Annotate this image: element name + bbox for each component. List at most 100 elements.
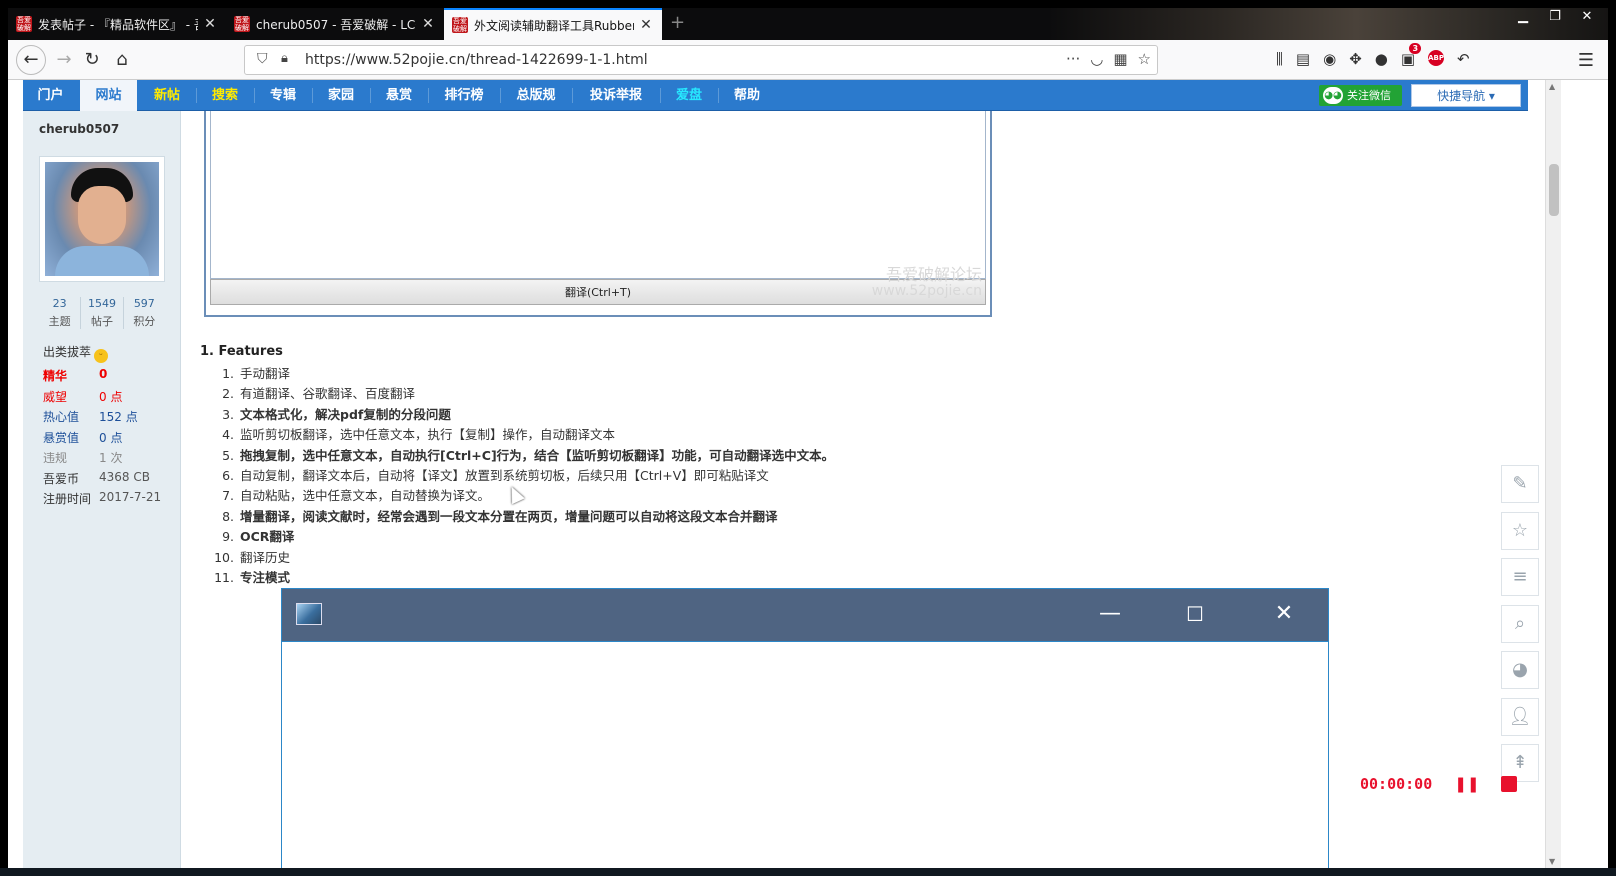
follow-wechat-label: 关注微信 xyxy=(1347,89,1391,102)
stat-points[interactable]: 597 积分 xyxy=(124,297,165,329)
app-text-area[interactable] xyxy=(282,641,1328,868)
address-bar-actions: ··· ◡ ▦ ☆ xyxy=(1066,50,1151,68)
watermark-url: www.52pojie.cn xyxy=(871,283,982,299)
close-tab-icon[interactable]: ✕ xyxy=(202,16,218,32)
browser-tab-1[interactable]: 吾爱 破解 发表帖子 - 『精品软件区』 - 吾 ✕ xyxy=(8,8,226,40)
undo-icon[interactable]: ↶ xyxy=(1457,50,1470,68)
extension-badge-icon[interactable]: ▣ 3 xyxy=(1401,43,1422,68)
user-icon[interactable]: 👤︎ xyxy=(1501,697,1539,736)
app-title-bar[interactable]: — ☐ ✕ xyxy=(282,589,1328,641)
tracking-shield-icon[interactable]: ⛉ xyxy=(257,51,268,67)
list-item: 5. 拖拽复制，选中任意文本，自动执行[Ctrl+C]行为，结合【监听剪切板翻译】… xyxy=(214,445,834,465)
forward-icon[interactable]: → xyxy=(50,47,78,73)
list-text: 拖拽复制，选中任意文本，自动执行[Ctrl+C]行为，结合【监听剪切板翻译】功能… xyxy=(240,447,835,463)
app-icon xyxy=(296,603,322,625)
toolbar-icons: ⫼ ▤ ◉ ✥ ● ▣ 3 ABP ↶ xyxy=(1276,43,1470,68)
translator-app-window: — ☐ ✕ xyxy=(281,588,1329,868)
minimize-window-icon[interactable]: ▁ xyxy=(1510,8,1536,26)
url-text[interactable]: https://www.52pojie.cn/thread-1422699-1-… xyxy=(305,52,648,68)
list-item: 9. OCR翻译 xyxy=(214,526,834,546)
list-number: 2. xyxy=(222,386,234,402)
author-username[interactable]: cherub0507 xyxy=(39,122,119,136)
nav-item-disk[interactable]: 爱盘 xyxy=(661,80,717,111)
library-icon[interactable]: ⫼ xyxy=(1276,50,1283,68)
user-rank: 出类拔萃 ᵕ xyxy=(43,343,109,363)
list-text: OCR翻译 xyxy=(240,529,295,545)
favorite-star-icon[interactable]: ☆ xyxy=(1501,511,1539,550)
close-window-icon[interactable]: ✕ xyxy=(1574,8,1600,26)
attr-value: 0 点 xyxy=(99,389,123,404)
nav-item-portal[interactable]: 门户 xyxy=(23,80,78,111)
attr-value: 1 次 xyxy=(99,451,123,465)
stat-threads[interactable]: 23 主题 xyxy=(39,297,82,329)
attr-key: 吾爱币 xyxy=(43,471,80,486)
app-minimize-icon[interactable]: — xyxy=(1090,599,1130,629)
hamburger-menu-icon[interactable]: ☰ xyxy=(1578,50,1594,71)
attr-value: 2017-7-21 xyxy=(99,490,162,504)
scroll-down-icon[interactable]: ▼ xyxy=(1549,857,1555,866)
list-icon[interactable]: ≡ xyxy=(1501,558,1539,596)
nav-item-home[interactable]: 家园 xyxy=(313,80,369,111)
restore-window-icon[interactable]: ❐ xyxy=(1542,8,1568,26)
nav-item-report[interactable]: 投诉举报 xyxy=(573,80,659,111)
qr-code-icon[interactable]: ▦ xyxy=(1113,50,1127,68)
scroll-up-icon[interactable]: ▲ xyxy=(1549,82,1555,91)
account-icon[interactable]: ◉ xyxy=(1323,50,1336,68)
new-tab-icon[interactable]: + xyxy=(670,12,685,33)
page-scrollbar[interactable]: ▲ ▼ xyxy=(1545,80,1561,868)
attr-row: 热心值 152 点 xyxy=(43,408,161,429)
attr-value: 4368 CB xyxy=(99,469,150,484)
back-icon[interactable]: ← xyxy=(16,45,46,75)
reload-icon[interactable]: ↻ xyxy=(78,47,106,73)
home-icon[interactable]: ⌂ xyxy=(108,47,136,73)
nav-item-ranking[interactable]: 排行榜 xyxy=(429,80,499,111)
list-text: 监听剪切板翻译，选中任意文本，执行【复制】操作，自动翻译文本 xyxy=(240,427,616,443)
stat-posts[interactable]: 1549 帖子 xyxy=(81,297,124,329)
tab-strip: 吾爱 破解 发表帖子 - 『精品软件区』 - 吾 ✕ 吾爱 破解 cherub050… xyxy=(8,8,1608,40)
app-maximize-icon[interactable]: ☐ xyxy=(1175,599,1215,629)
close-tab-icon[interactable]: ✕ xyxy=(420,16,436,32)
page-actions-icon[interactable]: ··· xyxy=(1066,50,1080,68)
scrollbar-thumb[interactable] xyxy=(1549,164,1559,216)
browser-tab-2[interactable]: 吾爱 破解 cherub0507 - 吾爱破解 - LCG ✕ xyxy=(226,8,444,40)
list-number: 1. xyxy=(222,366,234,381)
close-tab-icon[interactable]: ✕ xyxy=(638,17,654,33)
author-profile-sidebar: cherub0507 23 主题 1549 帖子 597 积分 出类拔萃 ᵕ 精… xyxy=(23,111,181,868)
site-favicon-icon: 吾爱 破解 xyxy=(452,17,468,33)
nav-item-rules[interactable]: 总版规 xyxy=(501,80,571,111)
features-section: 1. Features 1. 手动翻译 2. 有道翻译、谷歌翻译、百度翻译 3. 文本… xyxy=(200,344,834,587)
extension-globe-icon[interactable]: ● xyxy=(1375,50,1388,68)
app-close-icon[interactable]: ✕ xyxy=(1264,599,1304,629)
wechat-share-icon[interactable]: ◕ xyxy=(1501,651,1539,689)
pause-recording-icon[interactable]: ❚❚ xyxy=(1454,775,1479,793)
nav-item-website[interactable]: 网站 xyxy=(80,80,137,111)
author-stats: 23 主题 1549 帖子 597 积分 xyxy=(39,297,165,329)
nav-item-album[interactable]: 专辑 xyxy=(255,80,311,111)
avatar-shirt xyxy=(55,246,149,276)
attr-value: 152 点 xyxy=(99,410,138,424)
nav-item-bounty[interactable]: 悬赏 xyxy=(371,80,427,111)
browser-tab-3[interactable]: 吾爱 破解 外文阅读辅助翻译工具Rubber ✕ xyxy=(444,8,662,40)
tab-title: 外文阅读辅助翻译工具Rubber xyxy=(474,18,634,33)
address-bar[interactable]: ⛉ 🔒︎ https://www.52pojie.cn/thread-14226… xyxy=(244,45,1158,75)
list-number: 11. xyxy=(214,569,234,585)
nav-item-help[interactable]: 帮助 xyxy=(719,80,775,111)
nav-item-search[interactable]: 搜索 xyxy=(197,80,253,111)
stop-recording-icon[interactable] xyxy=(1501,776,1518,792)
avatar[interactable] xyxy=(39,156,165,282)
attr-row: 悬赏值 0 点 xyxy=(43,429,161,450)
lock-icon[interactable]: 🔒︎ xyxy=(281,51,288,66)
follow-wechat-button[interactable]: ◕◕ 关注微信 xyxy=(1319,85,1402,106)
bookmark-star-icon[interactable]: ☆ xyxy=(1138,50,1151,68)
attr-row: 精华 0 xyxy=(43,367,161,388)
list-number: 7. xyxy=(222,488,234,504)
search-icon[interactable]: ⌕ xyxy=(1501,604,1539,643)
sidebar-icon[interactable]: ▤ xyxy=(1296,50,1310,68)
pocket-icon[interactable]: ◡ xyxy=(1090,50,1103,68)
edit-icon[interactable]: ✎ xyxy=(1501,465,1539,503)
quick-nav-button[interactable]: 快捷导航 ▾ xyxy=(1411,84,1521,107)
adblock-icon[interactable]: ABP xyxy=(1428,50,1445,66)
os-taskbar xyxy=(0,868,1616,876)
extension-move-icon[interactable]: ✥ xyxy=(1349,50,1362,68)
nav-item-new-posts[interactable]: 新帖 xyxy=(139,80,195,111)
